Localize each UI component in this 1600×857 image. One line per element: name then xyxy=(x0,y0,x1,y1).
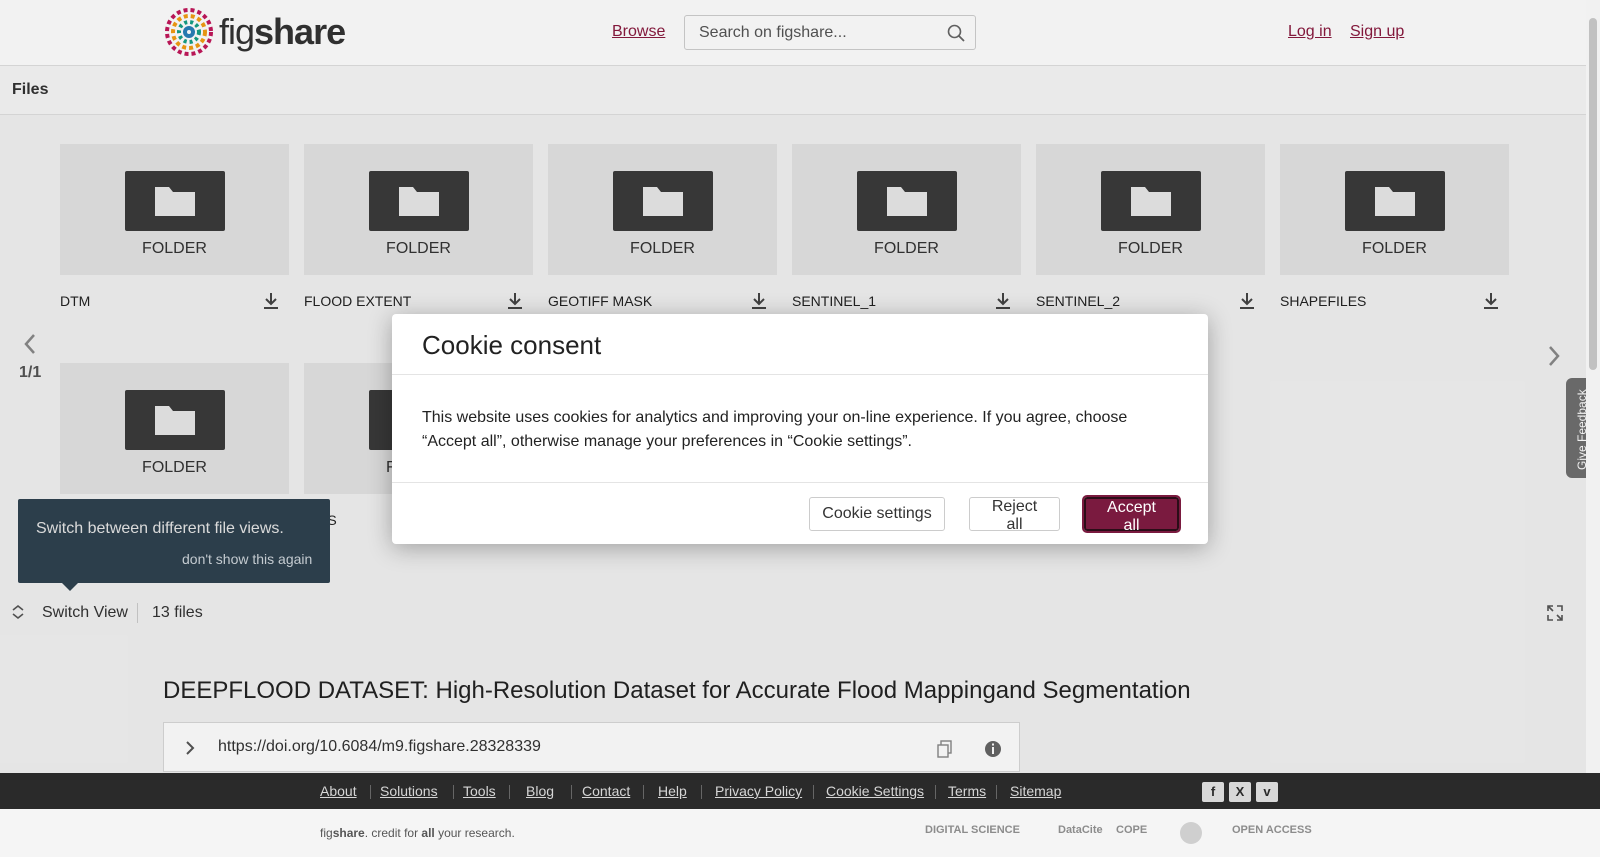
badge-icon[interactable] xyxy=(1180,822,1202,844)
cope-logo[interactable]: COPE xyxy=(1116,824,1147,836)
footer-separator xyxy=(935,785,936,799)
footer-credit: figshare. credit for all your research. xyxy=(320,826,515,840)
footer-credits-bar xyxy=(0,809,1600,857)
cookie-settings-button[interactable]: Cookie settings xyxy=(809,497,945,531)
footer-link-cookie-settings[interactable]: Cookie Settings xyxy=(826,783,924,799)
modal-body: This website uses cookies for analytics … xyxy=(422,409,1128,450)
open-access-logo[interactable]: OPEN ACCESS xyxy=(1232,824,1312,836)
footer-separator xyxy=(996,785,997,799)
modal-divider xyxy=(392,482,1208,483)
reject-all-button[interactable]: Reject all xyxy=(969,497,1060,533)
footer-separator xyxy=(370,785,371,799)
footer-link-sitemap[interactable]: Sitemap xyxy=(1010,783,1061,799)
footer-link-solutions[interactable]: Solutions xyxy=(380,783,438,799)
accept-all-button[interactable]: Accept all xyxy=(1082,495,1181,534)
footer-link-terms[interactable]: Terms xyxy=(948,783,986,799)
datacite-logo[interactable]: DataCite xyxy=(1058,824,1103,836)
footer-link-blog[interactable]: Blog xyxy=(526,783,554,799)
footer-link-tools[interactable]: Tools xyxy=(463,783,496,799)
footer-separator xyxy=(509,785,510,799)
footer-separator xyxy=(571,785,572,799)
footer-separator xyxy=(813,785,814,799)
scrollbar-thumb[interactable] xyxy=(1589,18,1597,370)
modal-title: Cookie consent xyxy=(422,330,602,360)
footer-link-about[interactable]: About xyxy=(320,783,357,799)
footer-link-contact[interactable]: Contact xyxy=(582,783,630,799)
footer-link-help[interactable]: Help xyxy=(658,783,687,799)
footer-link-privacy-policy[interactable]: Privacy Policy xyxy=(715,783,802,799)
x-twitter-icon[interactable]: X xyxy=(1229,782,1251,802)
footer-separator xyxy=(701,785,702,799)
digital-science-logo[interactable]: DIGITAL SCIENCE xyxy=(925,824,1020,836)
modal-divider xyxy=(392,374,1208,375)
footer-separator xyxy=(453,785,454,799)
footer-separator xyxy=(643,785,644,799)
facebook-icon[interactable]: f xyxy=(1202,782,1224,802)
vimeo-icon[interactable]: v xyxy=(1256,782,1278,802)
